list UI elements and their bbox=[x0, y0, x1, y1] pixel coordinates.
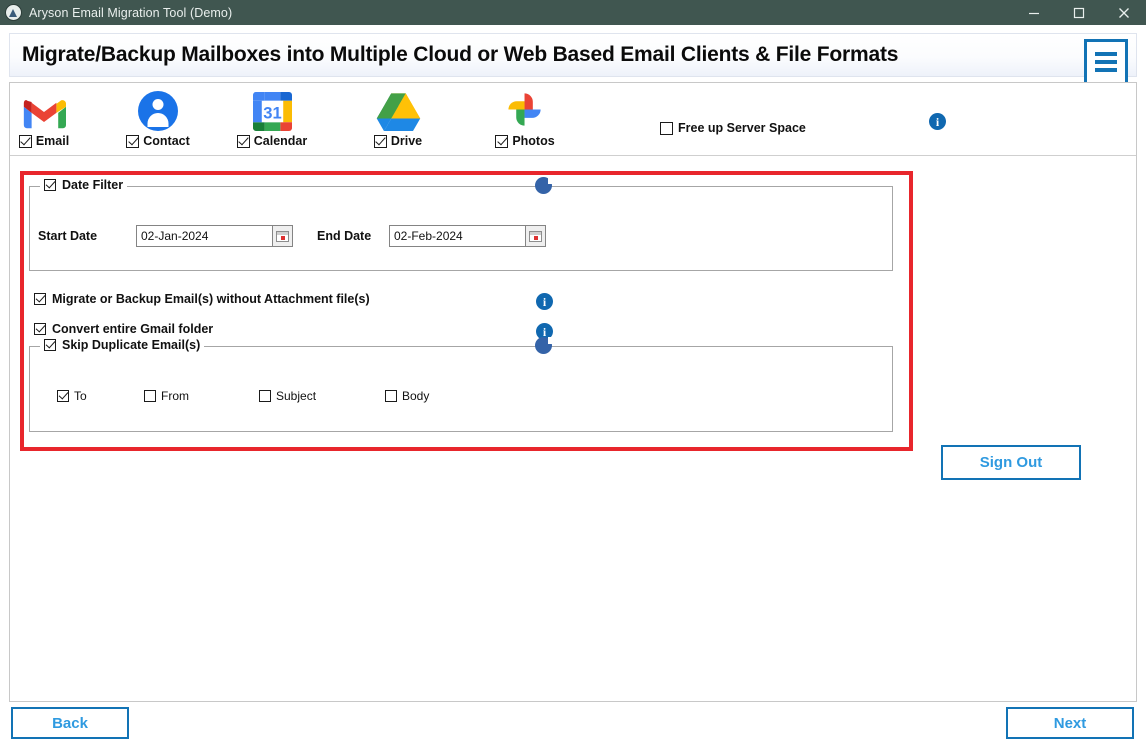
service-checkbox-calendar-wrap[interactable]: Calendar bbox=[236, 134, 308, 148]
skip-duplicate-label: Skip Duplicate Email(s) bbox=[62, 338, 201, 352]
service-checkbox-drive[interactable] bbox=[373, 134, 387, 148]
footer-bar: Back Next bbox=[0, 703, 1146, 748]
google-calendar-icon: 31 bbox=[252, 89, 292, 131]
skip-duplicate-criterion-subject[interactable]: Subject bbox=[259, 389, 316, 403]
option-without-attachment-info-icon[interactable] bbox=[536, 293, 553, 310]
header-banner: Migrate/Backup Mailboxes into Multiple C… bbox=[9, 33, 1137, 85]
window-title: Aryson Email Migration Tool (Demo) bbox=[29, 5, 233, 20]
free-up-server-space-checkbox[interactable] bbox=[660, 121, 673, 135]
free-up-server-space-option[interactable]: Free up Server Space bbox=[660, 121, 806, 135]
free-up-server-space-label: Free up Server Space bbox=[678, 121, 806, 135]
skip-duplicate-from-checkbox[interactable] bbox=[144, 390, 156, 402]
date-filter-label: Date Filter bbox=[62, 178, 124, 192]
service-item-contact[interactable]: Contact bbox=[104, 89, 212, 148]
skip-duplicate-criterion-body[interactable]: Body bbox=[385, 389, 429, 403]
hamburger-menu-icon[interactable] bbox=[1084, 39, 1128, 85]
service-checkbox-email[interactable] bbox=[18, 134, 32, 148]
gmail-icon bbox=[22, 89, 66, 131]
application-window: Aryson Email Migration Tool (Demo) Migra… bbox=[0, 0, 1146, 748]
service-checkbox-photos-wrap[interactable]: Photos bbox=[495, 134, 555, 148]
option-convert-gmail-folder[interactable]: Convert entire Gmail folder bbox=[34, 322, 213, 336]
option-convert-gmail-folder-checkbox[interactable] bbox=[34, 323, 46, 335]
service-label-email: Email bbox=[35, 134, 70, 148]
service-checkbox-email-wrap[interactable]: Email bbox=[18, 134, 70, 148]
skip-duplicate-to-label: To bbox=[74, 389, 87, 403]
minimize-icon[interactable] bbox=[1011, 0, 1056, 25]
skip-duplicate-checkbox[interactable] bbox=[44, 339, 56, 351]
google-drive-icon bbox=[376, 89, 421, 131]
service-item-photos[interactable]: Photos bbox=[471, 89, 579, 148]
next-button[interactable]: Next bbox=[1006, 707, 1134, 739]
service-checkbox-contact-wrap[interactable]: Contact bbox=[126, 134, 190, 148]
google-photos-icon bbox=[505, 89, 546, 131]
service-item-email[interactable]: Email bbox=[0, 89, 98, 148]
service-checkbox-photos[interactable] bbox=[495, 134, 509, 148]
service-item-drive[interactable]: Drive bbox=[344, 89, 452, 148]
service-label-contact: Contact bbox=[143, 134, 190, 148]
date-filter-header[interactable]: Date Filter bbox=[40, 178, 128, 192]
service-item-calendar[interactable]: 31 Calendar bbox=[218, 89, 326, 148]
skip-duplicate-subject-checkbox[interactable] bbox=[259, 390, 271, 402]
start-date-label: Start Date bbox=[38, 229, 98, 243]
google-contacts-icon bbox=[138, 89, 178, 131]
date-filter-checkbox[interactable] bbox=[44, 179, 56, 191]
page-title: Migrate/Backup Mailboxes into Multiple C… bbox=[22, 43, 899, 66]
service-label-calendar: Calendar bbox=[253, 134, 308, 148]
date-filter-group: Date Filter Start Date End Date bbox=[29, 177, 893, 271]
service-checkbox-contact[interactable] bbox=[126, 134, 140, 148]
service-toolbar: Email Contact 31 Calendar Drive Photos F… bbox=[10, 83, 1136, 156]
date-filter-info-icon[interactable] bbox=[535, 177, 552, 194]
service-label-drive: Drive bbox=[390, 134, 423, 148]
sign-out-button[interactable]: Sign Out bbox=[941, 445, 1081, 480]
option-without-attachment-checkbox[interactable] bbox=[34, 293, 46, 305]
skip-duplicate-to-checkbox[interactable] bbox=[57, 390, 69, 402]
option-without-attachment[interactable]: Migrate or Backup Email(s) without Attac… bbox=[34, 292, 370, 306]
aryson-logo-icon bbox=[5, 4, 22, 21]
skip-duplicate-header[interactable]: Skip Duplicate Email(s) bbox=[40, 338, 205, 352]
end-date-label: End Date bbox=[317, 229, 372, 243]
back-button[interactable]: Back bbox=[11, 707, 129, 739]
window-controls bbox=[1011, 0, 1146, 25]
end-date-calendar-picker-icon[interactable] bbox=[526, 225, 546, 247]
free-up-server-space-info-icon[interactable] bbox=[929, 113, 946, 130]
svg-text:31: 31 bbox=[263, 103, 281, 122]
skip-duplicate-body-checkbox[interactable] bbox=[385, 390, 397, 402]
service-checkbox-drive-wrap[interactable]: Drive bbox=[373, 134, 423, 148]
skip-duplicate-info-icon[interactable] bbox=[535, 337, 552, 354]
close-icon[interactable] bbox=[1101, 0, 1146, 25]
option-convert-gmail-folder-label: Convert entire Gmail folder bbox=[52, 322, 214, 336]
skip-duplicate-from-label: From bbox=[161, 389, 189, 403]
end-date-input[interactable] bbox=[389, 225, 526, 247]
skip-duplicate-subject-label: Subject bbox=[276, 389, 317, 403]
service-checkbox-calendar[interactable] bbox=[236, 134, 250, 148]
skip-duplicate-criterion-from[interactable]: From bbox=[144, 389, 189, 403]
option-without-attachment-label: Migrate or Backup Email(s) without Attac… bbox=[52, 292, 370, 306]
start-date-calendar-picker-icon[interactable] bbox=[273, 225, 293, 247]
maximize-icon[interactable] bbox=[1056, 0, 1101, 25]
start-date-input[interactable] bbox=[136, 225, 273, 247]
skip-duplicate-criterion-to[interactable]: To bbox=[57, 389, 87, 403]
title-bar: Aryson Email Migration Tool (Demo) bbox=[0, 0, 1146, 25]
skip-duplicate-group: Skip Duplicate Email(s) To From Subject … bbox=[29, 337, 893, 432]
skip-duplicate-body-label: Body bbox=[402, 389, 430, 403]
service-label-photos: Photos bbox=[512, 134, 555, 148]
